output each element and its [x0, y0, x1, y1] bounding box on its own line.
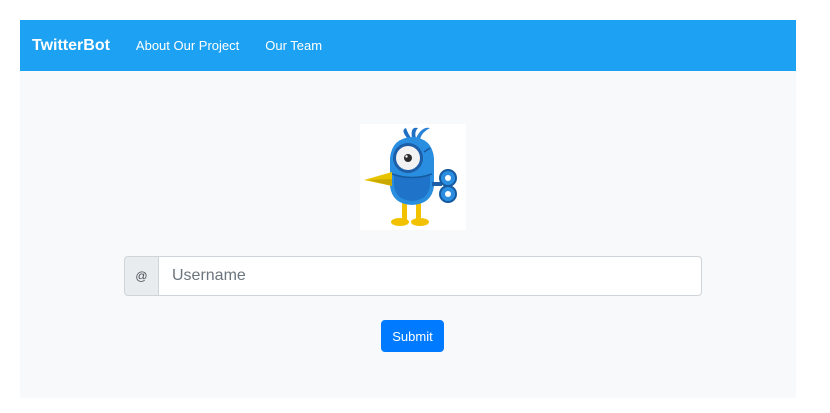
submit-button[interactable]: Submit — [381, 320, 444, 352]
nav-link-team[interactable]: Our Team — [265, 38, 322, 53]
username-input[interactable] — [158, 256, 702, 296]
at-sign-prefix: @ — [124, 256, 158, 296]
nav-link-about[interactable]: About Our Project — [136, 38, 239, 53]
robot-bird-icon — [360, 124, 466, 230]
page: TwitterBot About Our Project Our Team @ … — [20, 20, 796, 398]
navbar: TwitterBot About Our Project Our Team — [20, 20, 796, 71]
username-input-group: @ — [124, 256, 702, 296]
brand-link[interactable]: TwitterBot — [32, 37, 110, 55]
